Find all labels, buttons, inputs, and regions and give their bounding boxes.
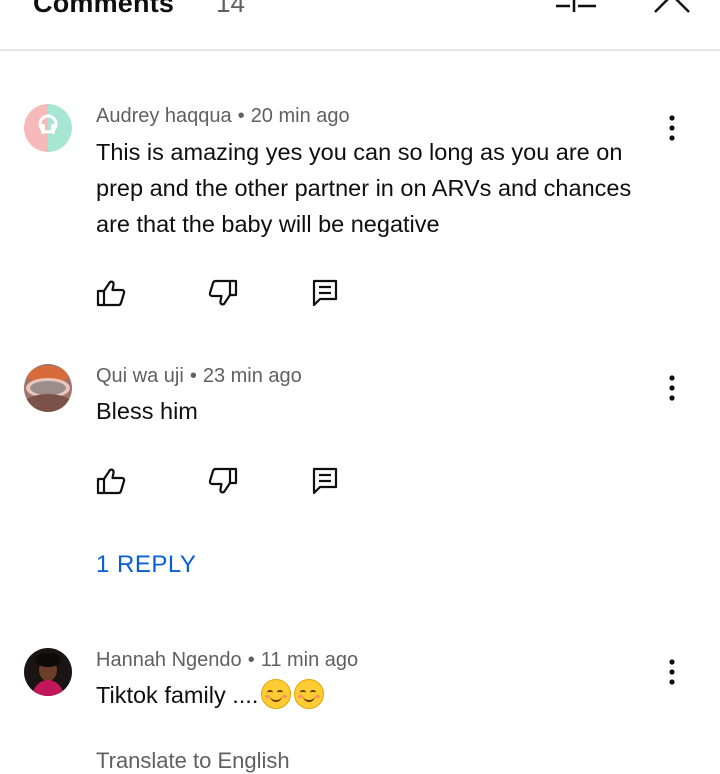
avatar[interactable] [24,104,72,152]
comment-time: 20 min ago [250,105,350,127]
comment-time: 23 min ago [202,365,302,387]
more-vert-icon[interactable] [660,657,684,687]
meta-separator: • [247,649,255,671]
thumb-down-icon[interactable] [208,278,238,308]
more-vert-icon[interactable] [660,373,684,403]
avatar[interactable] [24,648,72,696]
comment-author[interactable]: Qui wa uji [96,365,184,387]
sort-icon[interactable] [554,0,598,20]
reply-icon[interactable] [310,466,340,496]
thumb-up-icon[interactable] [96,466,126,496]
comment-text: Tiktok family .... [96,682,259,708]
comment-text: This is amazing yes you can so long as y… [96,139,632,237]
view-replies-link[interactable]: 1 REPLY [96,551,196,579]
smiling-face-emoji-icon [261,679,292,709]
comment-time: 11 min ago [260,649,359,671]
thumb-up-icon[interactable] [96,278,126,308]
reply-icon[interactable] [310,278,340,308]
more-vert-icon[interactable] [660,113,684,143]
meta-separator: • [237,105,245,127]
comment-meta: Qui wa uji • 23 min ago [96,365,302,388]
comment-text-container: Tiktok family .... [96,677,666,713]
meta-separator: • [189,365,197,387]
comments-title: Comments [33,0,175,18]
comments-count: 14 [216,0,245,18]
comment-author[interactable]: Hannah Ngendo [96,649,242,671]
smiling-face-emoji-icon [294,679,325,709]
thumb-down-icon[interactable] [208,466,238,496]
comment-actions [96,466,356,496]
close-icon[interactable] [652,0,692,20]
avatar[interactable] [24,364,72,412]
comment-text: Bless him [96,398,198,424]
comments-header: Comments 14 [0,0,720,51]
comment-meta: Hannah Ngendo • 11 min ago [96,649,358,672]
comment-author[interactable]: Audrey haqqua [96,105,232,127]
comment-meta: Audrey haqqua • 20 min ago [96,105,350,128]
translate-link[interactable]: Translate to English [96,748,290,774]
comment-actions [96,278,356,308]
